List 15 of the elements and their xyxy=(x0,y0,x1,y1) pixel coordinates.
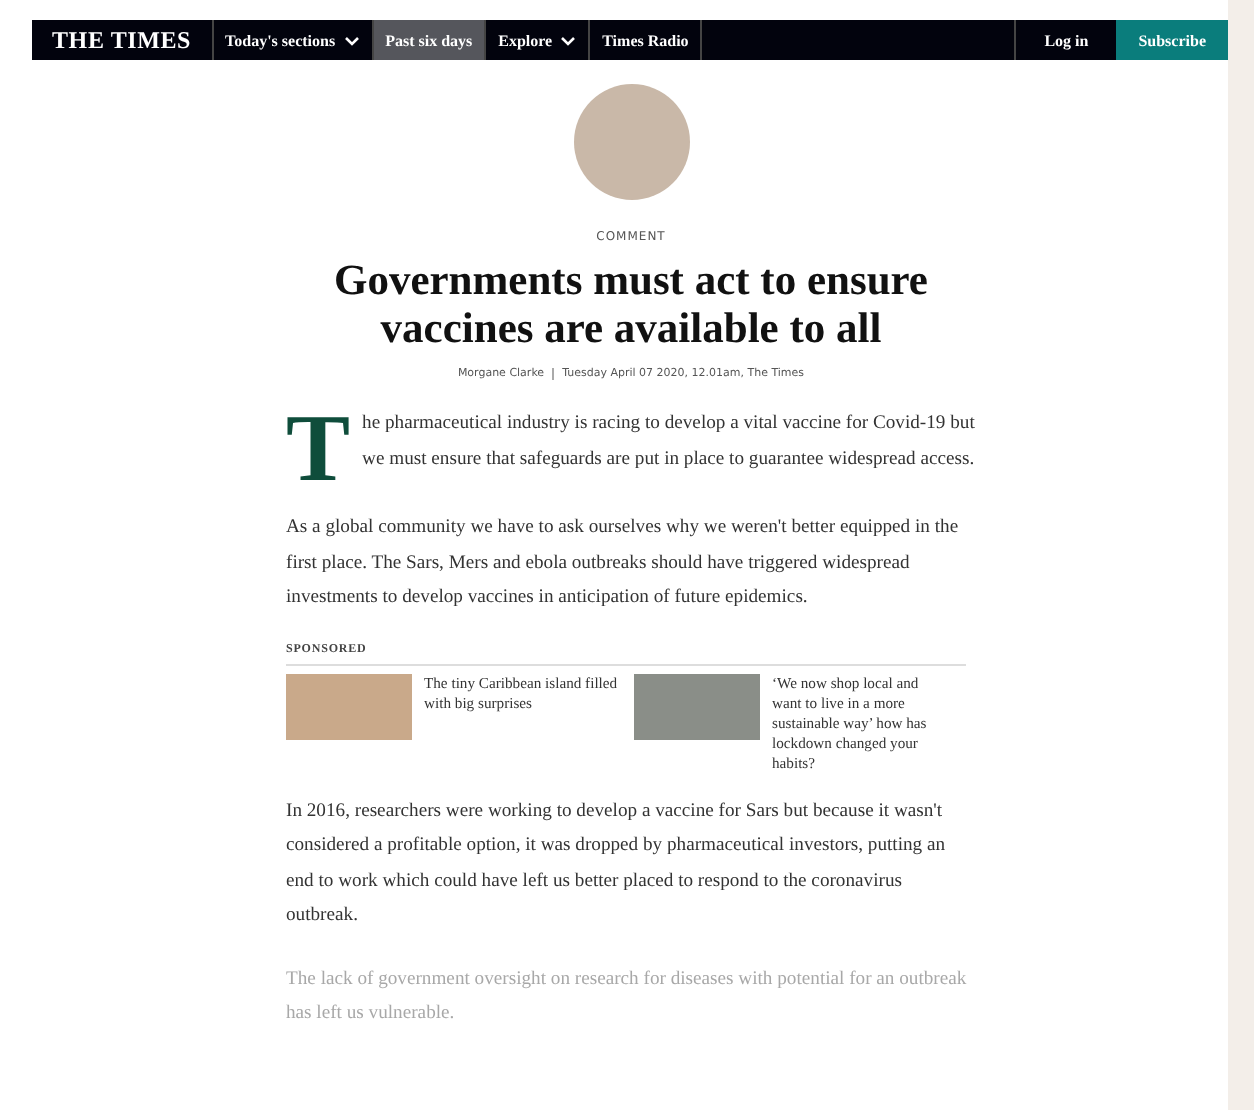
paragraph: The lack of government oversight on research for diseases with potential for an outbreak has left us vulnerable. xyxy=(286,965,969,1028)
subscribe-button[interactable]: Subscribe xyxy=(1116,20,1228,60)
paragraph: As a global community we have to ask ourselves why we weren't better equipped in the first place. The Sars, Mers and ebola outbreaks should have triggered widespread investments to develop vaccines in anticipation of future epidemics. xyxy=(286,514,961,612)
caret-icon xyxy=(343,35,360,45)
nav-item[interactable]: Times Radio xyxy=(590,20,703,60)
nav-item[interactable]: Past six days xyxy=(373,20,487,60)
logo[interactable]: THE TIMES xyxy=(32,20,214,60)
photo-placeholder xyxy=(634,673,760,739)
paragraph: In 2016, researchers were working to develop a vaccine for Sars but because it wasn't considered a profitable option, it was dropped by pharmaceutical investors, putting an end to work which could have left us better placed to respond to the coronavirus outbreak. xyxy=(286,797,948,930)
drop-cap: T xyxy=(286,410,351,490)
paragraph: he pharmaceutical industry is racing to develop a vital vaccine for Covid-19 but we must ensure that safeguards are put in place to guarantee widespread access. xyxy=(362,410,976,473)
caret-icon xyxy=(560,35,577,45)
headline: Governments must act to ensure vaccines are available to all xyxy=(332,256,930,352)
photo-placeholder xyxy=(286,673,412,739)
nav-item[interactable]: Explore xyxy=(486,20,591,60)
